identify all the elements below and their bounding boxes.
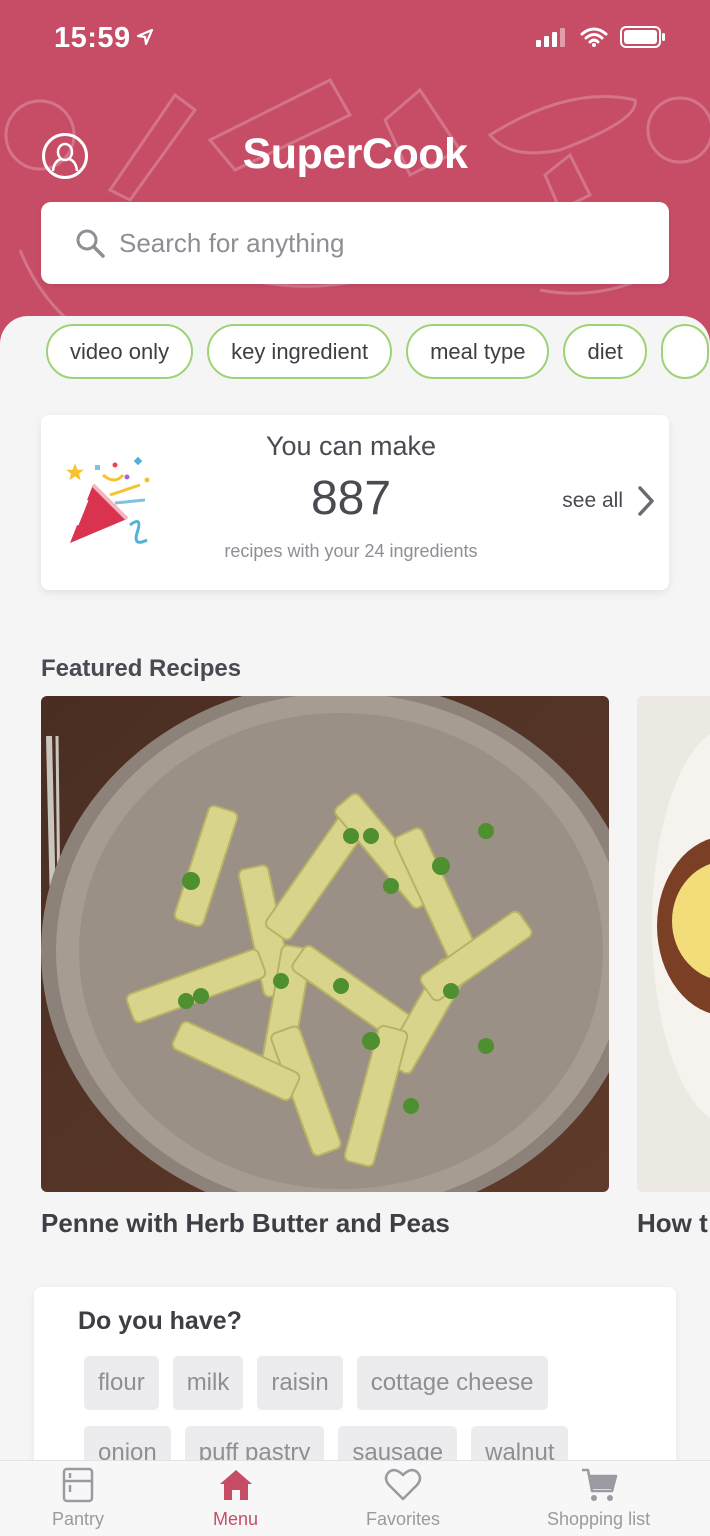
recipe-image-penne[interactable] [41, 696, 609, 1192]
app-title: SuperCook [242, 130, 468, 178]
recipe-title[interactable]: How t [637, 1208, 708, 1239]
filter-chip-diet[interactable]: diet [563, 324, 647, 379]
tab-menu[interactable]: Menu [213, 1467, 258, 1530]
signal-icon [536, 28, 565, 47]
home-icon [219, 1470, 252, 1500]
ingredient-chip[interactable]: milk [172, 1356, 244, 1410]
status-icons [536, 26, 666, 48]
do-you-have-title: Do you have? [78, 1307, 242, 1335]
tab-favorites-label: Favorites [366, 1509, 441, 1529]
filter-chip-meal-type[interactable]: meal type [406, 324, 550, 379]
tab-favorites[interactable]: Favorites [366, 1467, 440, 1530]
recipe-count-subtext: recipes with your 24 ingredients [224, 541, 478, 561]
pantry-icon [62, 1467, 94, 1503]
ingredient-row: flour milk raisin cottage cheese [84, 1356, 548, 1410]
penne-photo [41, 696, 609, 1192]
see-all-link[interactable]: see all [562, 485, 655, 517]
recipe-count-card[interactable]: You can make 887 recipes with your 24 in… [41, 415, 669, 590]
tab-pantry-label: Pantry [52, 1509, 105, 1529]
location-arrow-icon [136, 28, 154, 46]
battery-icon [620, 26, 665, 48]
make-label: You can make [265, 431, 437, 461]
tab-menu-label: Menu [213, 1509, 259, 1529]
wifi-icon [580, 27, 608, 47]
tab-shopping-list[interactable]: Shopping list [547, 1467, 650, 1530]
tab-pantry[interactable]: Pantry [52, 1467, 104, 1530]
search-bar[interactable] [41, 202, 669, 284]
ingredient-chip[interactable]: cottage cheese [356, 1356, 548, 1410]
recipe-title[interactable]: Penne with Herb Butter and Peas [41, 1208, 450, 1239]
search-icon [76, 229, 105, 258]
cart-icon [581, 1468, 617, 1501]
status-time: 15:59 [54, 22, 131, 54]
bottom-tab-bar: Pantry Menu Favorites Shopping list [0, 1460, 710, 1536]
app-header: 15:59 SuperCook [0, 0, 710, 360]
search-input[interactable] [119, 227, 639, 259]
second-recipe-photo [637, 696, 710, 1192]
chevron-right-icon [638, 486, 654, 516]
filter-chip-video-only[interactable]: video only [46, 324, 194, 379]
heart-icon [384, 1468, 422, 1501]
see-all-label: see all [562, 489, 623, 512]
do-you-have-card: Do you have? flour milk raisin cottage c… [34, 1287, 676, 1487]
tab-shopping-list-label: Shopping list [547, 1509, 651, 1529]
filter-chips: video only key ingredient meal type diet [46, 324, 709, 379]
filter-chip-key-ingredient[interactable]: key ingredient [207, 324, 393, 379]
ingredient-chip[interactable]: flour [84, 1356, 159, 1410]
ingredient-chip[interactable]: raisin [257, 1356, 343, 1410]
featured-section-title: Featured Recipes [41, 655, 242, 682]
recipe-image-next[interactable] [637, 696, 710, 1192]
filter-chip-more[interactable] [660, 324, 709, 379]
